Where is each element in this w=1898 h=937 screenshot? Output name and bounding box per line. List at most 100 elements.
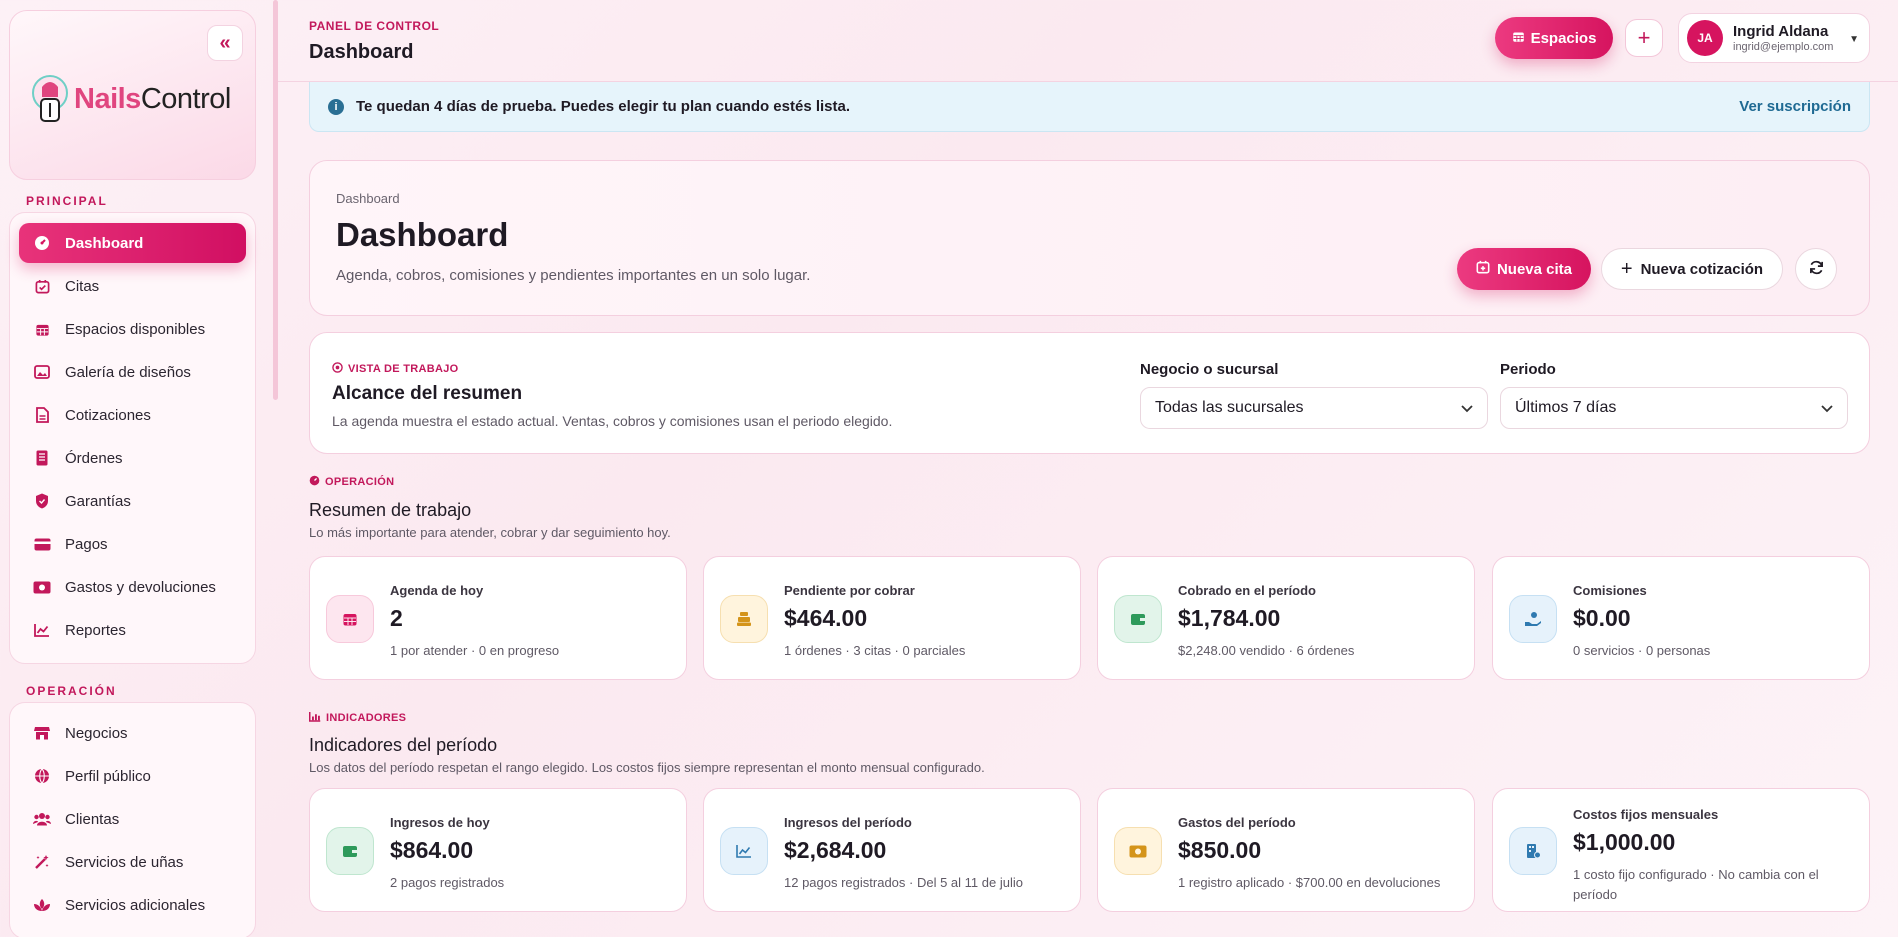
stat-cobrado-periodo[interactable]: Cobrado en el período $1,784.00 $2,248.0…	[1097, 556, 1475, 680]
target-icon	[332, 362, 343, 376]
brand-logo[interactable]: NailsControl	[30, 73, 231, 125]
sidebar-item-reportes[interactable]: Reportes	[19, 610, 246, 650]
lotus-icon	[31, 894, 53, 916]
sidebar-item-espacios[interactable]: Espacios disponibles	[19, 309, 246, 349]
sidebar-item-label: Negocios	[65, 724, 128, 742]
breadcrumb[interactable]: Dashboard	[336, 191, 400, 206]
stat-note: 1 costo fijo configurado · No cambia con…	[1573, 867, 1819, 902]
topbar-subtitle: PANEL DE CONTROL	[309, 19, 440, 33]
sidebar-item-gastos[interactable]: Gastos y devoluciones	[19, 567, 246, 607]
page-title: Dashboard	[309, 41, 414, 63]
sidebar-item-label: Servicios de uñas	[65, 853, 184, 871]
periodo-value: Últimos 7 días	[1515, 399, 1617, 416]
sidebar-item-servicios-adicionales[interactable]: Servicios adicionales	[19, 885, 246, 925]
double-chevron-left-icon: «	[219, 31, 231, 54]
user-email: ingrid@ejemplo.com	[1733, 41, 1834, 53]
hero-title: Dashboard	[336, 216, 509, 253]
dashboard-hero: Dashboard Dashboard Agenda, cobros, comi…	[309, 160, 1870, 316]
stat-value: $2,684.00	[784, 837, 887, 863]
nav-section-operacion: OPERACIÓN	[26, 684, 117, 698]
stat-note: $2,248.00 vendido · 6 órdenes	[1178, 643, 1355, 658]
periodo-select[interactable]: Últimos 7 días	[1500, 387, 1848, 429]
sidebar-item-label: Cotizaciones	[65, 406, 151, 424]
scope-title: Alcance del resumen	[332, 383, 523, 404]
sidebar-item-negocios[interactable]: Negocios	[19, 713, 246, 753]
stat-note: 12 pagos registrados · Del 5 al 11 de ju…	[784, 875, 1023, 890]
hero-subtitle: Agenda, cobros, comisiones y pendientes …	[336, 267, 811, 284]
sidebar-item-servicios-unas[interactable]: Servicios de uñas	[19, 842, 246, 882]
sidebar-item-garantias[interactable]: Garantías	[19, 481, 246, 521]
stat-gastos-periodo[interactable]: Gastos del período $850.00 1 registro ap…	[1097, 788, 1475, 912]
subscription-link[interactable]: Ver suscripción	[1739, 98, 1851, 115]
sidebar-item-label: Servicios adicionales	[65, 896, 206, 914]
stat-agenda-hoy[interactable]: Agenda de hoy 2 1 por atender · 0 en pro…	[309, 556, 687, 680]
document-icon	[31, 404, 53, 426]
operacion-title: Resumen de trabajo	[309, 500, 472, 520]
new-quote-button[interactable]: + Nueva cotización	[1601, 248, 1783, 290]
brand-name-b: Control	[140, 82, 232, 115]
stat-note: 1 órdenes · 3 citas · 0 parciales	[784, 643, 966, 658]
stat-comisiones[interactable]: Comisiones $0.00 0 servicios · 0 persona…	[1492, 556, 1870, 680]
quick-add-button[interactable]: +	[1625, 19, 1663, 57]
operacion-eyebrow-label: OPERACIÓN	[325, 476, 395, 488]
topbar: PANEL DE CONTROL Dashboard Espacios + JA…	[278, 0, 1898, 82]
sidebar-item-ordenes[interactable]: Órdenes	[19, 438, 246, 478]
new-appointment-button[interactable]: Nueva cita	[1457, 248, 1591, 290]
stat-label: Pendiente por cobrar	[784, 583, 915, 598]
scope-eyebrow-label: VISTA DE TRABAJO	[348, 363, 459, 375]
stat-note: 1 registro aplicado · $700.00 en devoluc…	[1178, 875, 1441, 890]
brand-name-a: Nails	[74, 82, 141, 115]
sidebar-item-label: Reportes	[65, 621, 126, 639]
line-chart-icon	[720, 827, 768, 875]
stat-label: Gastos del período	[1178, 815, 1296, 830]
users-icon	[31, 808, 53, 830]
credit-card-icon	[31, 533, 53, 555]
nail-polish-icon	[30, 73, 70, 125]
shield-icon	[31, 490, 53, 512]
collapse-sidebar-button[interactable]: «	[207, 25, 243, 61]
caret-down-icon: ▼	[1849, 34, 1859, 45]
indicadores-subtitle: Los datos del período respetan el rango …	[309, 760, 985, 775]
calendar-grid-icon	[1512, 30, 1525, 47]
stat-note: 2 pagos registrados	[390, 875, 505, 890]
sidebar-item-cotizaciones[interactable]: Cotizaciones	[19, 395, 246, 435]
hand-coin-icon	[1509, 595, 1557, 643]
nav-principal: Dashboard Citas Espacios disponibles Gal…	[9, 212, 256, 664]
bar-chart-icon	[309, 711, 321, 725]
sidebar-item-clientas[interactable]: Clientas	[19, 799, 246, 839]
sidebar-item-galeria[interactable]: Galería de diseños	[19, 352, 246, 392]
negocio-select[interactable]: Todas las sucursales	[1140, 387, 1488, 429]
sidebar-item-dashboard[interactable]: Dashboard	[19, 223, 246, 263]
sidebar-item-label: Espacios disponibles	[65, 320, 206, 338]
operacion-subtitle: Lo más importante para atender, cobrar y…	[309, 525, 671, 540]
negocio-label: Negocio o sucursal	[1140, 361, 1279, 378]
wallet-icon	[1114, 595, 1162, 643]
sidebar-item-pagos[interactable]: Pagos	[19, 524, 246, 564]
sidebar-item-label: Clientas	[65, 810, 120, 828]
stat-value: $1,000.00	[1573, 829, 1676, 855]
line-chart-icon	[31, 619, 53, 641]
user-menu[interactable]: JA Ingrid Aldana ingrid@ejemplo.com ▼	[1678, 13, 1870, 63]
stat-value: $0.00	[1573, 605, 1631, 631]
stat-value: $1,784.00	[1178, 605, 1281, 631]
nav-operacion: Negocios Perfil público Clientas Servici…	[9, 702, 256, 937]
stat-ingresos-periodo[interactable]: Ingresos del período $2,684.00 12 pagos …	[703, 788, 1081, 912]
stat-label: Cobrado en el período	[1178, 583, 1316, 598]
sidebar-item-citas[interactable]: Citas	[19, 266, 246, 306]
user-name: Ingrid Aldana	[1733, 23, 1829, 40]
calendar-check-icon	[31, 275, 53, 297]
indicadores-eyebrow: INDICADORES	[309, 711, 406, 725]
receipt-icon	[31, 447, 53, 469]
new-appointment-label: Nueva cita	[1496, 260, 1573, 278]
cash-register-icon	[720, 595, 768, 643]
stat-label: Comisiones	[1573, 583, 1647, 598]
stat-costos-fijos[interactable]: Costos fijos mensuales $1,000.00 1 costo…	[1492, 788, 1870, 912]
refresh-button[interactable]	[1795, 248, 1837, 290]
plus-icon: +	[1637, 25, 1651, 50]
avatar: JA	[1687, 20, 1723, 56]
sidebar-item-perfil-publico[interactable]: Perfil público	[19, 756, 246, 796]
stat-pendiente-cobrar[interactable]: Pendiente por cobrar $464.00 1 órdenes ·…	[703, 556, 1081, 680]
magic-wand-icon	[31, 851, 53, 873]
espacios-button[interactable]: Espacios	[1495, 17, 1613, 59]
stat-ingresos-hoy[interactable]: Ingresos de hoy $864.00 2 pagos registra…	[309, 788, 687, 912]
